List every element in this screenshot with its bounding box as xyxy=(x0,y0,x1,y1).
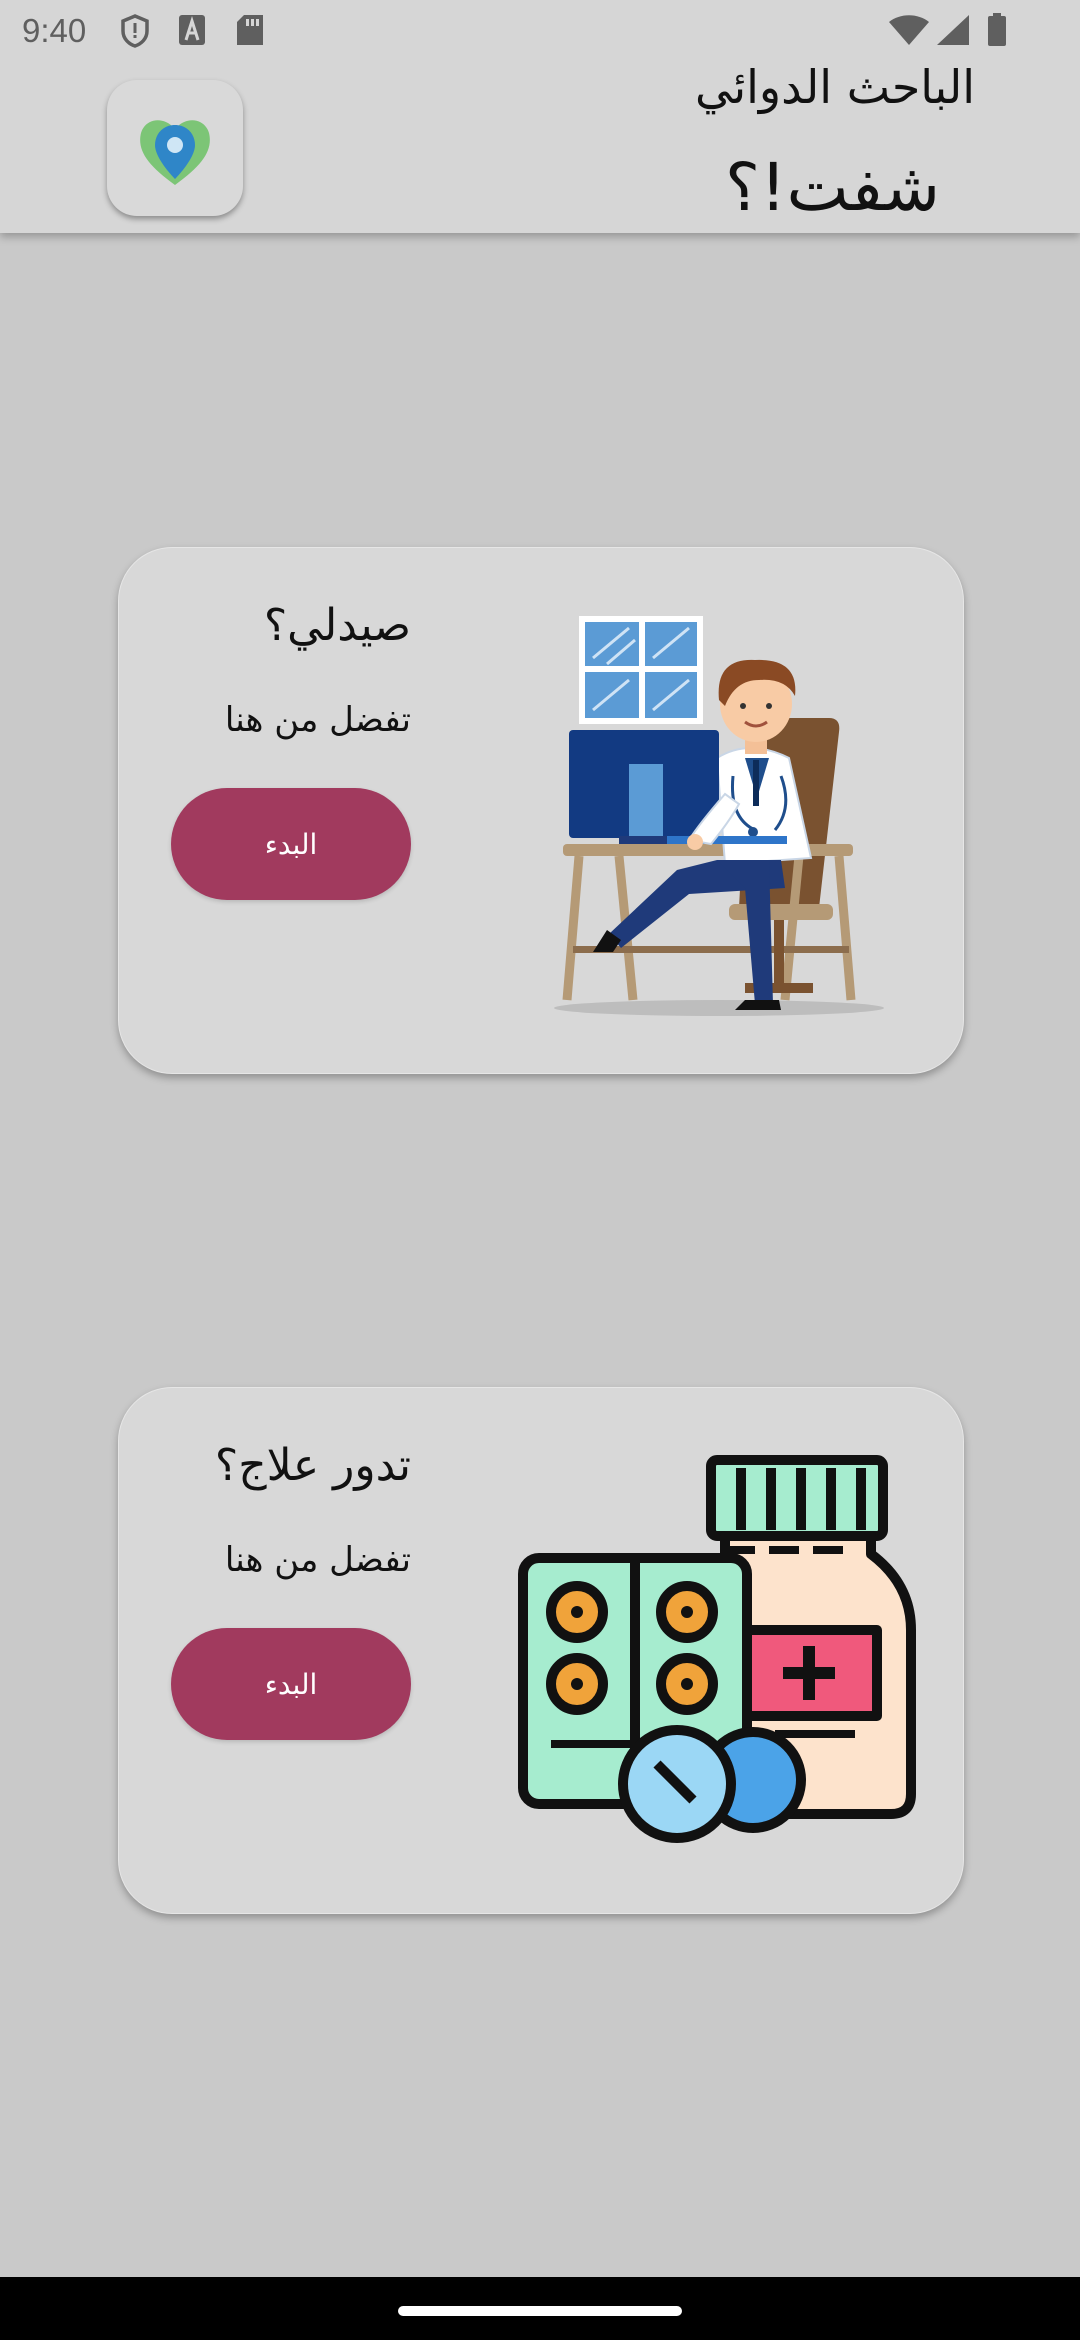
location-heart-logo-icon xyxy=(140,120,210,185)
navigation-bar xyxy=(0,2277,1080,2340)
pharmacist-start-button[interactable]: البدء xyxy=(171,788,411,900)
card-title: صيدلي؟ xyxy=(263,600,411,651)
medicine-bottle-and-pills-illustration xyxy=(518,1455,916,1843)
status-time: 9:40 xyxy=(22,12,87,49)
wifi-icon xyxy=(889,15,929,45)
pharmacist-card: صيدلي؟ تفضل من هنا البدء xyxy=(118,547,964,1074)
sd-card-icon xyxy=(237,15,263,45)
app-logo-button[interactable] xyxy=(107,80,243,216)
card-title: تدور علاج؟ xyxy=(214,1440,411,1491)
battery-icon xyxy=(988,13,1006,46)
status-bar: 9:40 xyxy=(0,0,1080,62)
card-text: تفضل من هنا xyxy=(224,1540,411,1580)
shield-icon xyxy=(121,14,149,48)
signal-icon xyxy=(937,15,969,45)
font-a-icon xyxy=(179,15,205,45)
home-handle[interactable] xyxy=(398,2306,682,2316)
patient-start-button[interactable]: البدء xyxy=(171,1628,411,1740)
card-text: تفضل من هنا xyxy=(224,700,411,740)
pharmacist-at-desk-illustration xyxy=(554,616,884,1016)
app-subtitle: الباحث الدوائي xyxy=(695,60,975,114)
patient-card: تدور علاج؟ تفضل من هنا البدء xyxy=(118,1387,964,1914)
app-title: شفت!؟ xyxy=(725,149,940,226)
